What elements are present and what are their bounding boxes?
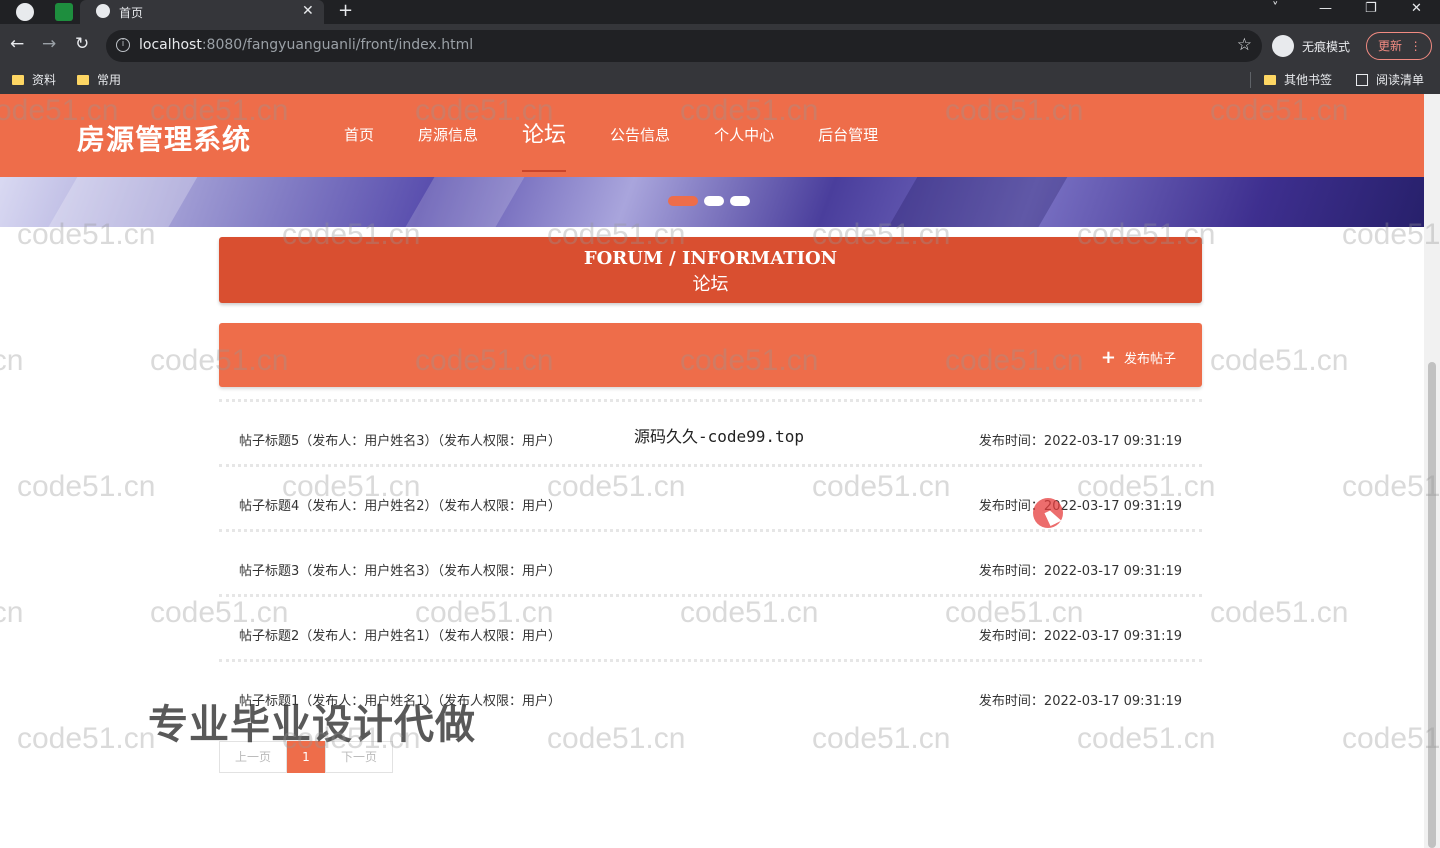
forward-icon[interactable]: → (42, 34, 56, 54)
minimize-button[interactable]: — (1319, 0, 1332, 18)
nav-forum[interactable]: 论坛 (500, 94, 588, 177)
nav-profile[interactable]: 个人中心 (692, 94, 796, 177)
site-header: 房源管理系统 首页 房源信息 论坛 公告信息 个人中心 后台管理 (0, 94, 1424, 177)
nav-home[interactable]: 首页 (322, 94, 396, 177)
forum-title-box: FORUM / INFORMATION 论坛 (219, 237, 1202, 303)
update-label: 更新 (1378, 39, 1403, 53)
carousel-dot[interactable] (704, 196, 724, 206)
post-time: 发布时间：2022-03-17 09:31:19 (978, 564, 1182, 579)
tab-search-icon[interactable]: ˅ (1272, 0, 1279, 18)
list-item[interactable]: 帖子标题2（发布人：用户姓名1）（发布人权限：用户） 发布时间：2022-03-… (219, 594, 1202, 659)
browser-menu-icon[interactable] (16, 3, 34, 21)
forum-title-zh: 论坛 (692, 274, 729, 295)
reload-icon[interactable]: ↻ (75, 34, 89, 54)
site-logo[interactable]: 房源管理系统 (77, 118, 251, 158)
browser-tab-strip: 首页 ✕ + ˅ — ❐ ✕ (0, 0, 1440, 24)
banner-decoration (394, 177, 536, 227)
nav-announcements[interactable]: 公告信息 (588, 94, 692, 177)
carousel-dot[interactable] (730, 196, 750, 206)
page-viewport: 房源管理系统 首页 房源信息 论坛 公告信息 个人中心 后台管理 FORUM /… (0, 94, 1440, 848)
bookmark-folder-ziliao[interactable]: 资料 (12, 71, 56, 88)
bookmark-folder-changyong[interactable]: 常用 (77, 71, 121, 88)
restore-button[interactable]: ❐ (1365, 0, 1377, 18)
url-host: localhost (139, 37, 202, 53)
page-scrollbar[interactable] (1424, 94, 1440, 848)
bookmark-divider (1250, 72, 1251, 88)
incognito-label: 无痕模式 (1302, 40, 1351, 54)
forum-action-bar: + 发布帖子 (219, 323, 1202, 387)
publish-post-button[interactable]: + 发布帖子 (1101, 348, 1176, 367)
update-button[interactable]: 更新 ⋮ (1366, 32, 1432, 60)
site-info-icon[interactable]: i (116, 38, 130, 52)
post-list: 帖子标题5（发布人：用户姓名3）（发布人权限：用户） 发布时间：2022-03-… (219, 399, 1202, 724)
publish-post-label: 发布帖子 (1123, 352, 1176, 367)
post-title[interactable]: 帖子标题2（发布人：用户姓名1）（发布人权限：用户） (239, 625, 561, 644)
incognito-icon[interactable] (1272, 35, 1294, 57)
bookmark-label: 资料 (32, 73, 57, 87)
forum-title-en: FORUM / INFORMATION (583, 248, 838, 269)
url-text: localhost:8080/fangyuanguanli/front/inde… (139, 37, 473, 53)
plus-icon: + (1100, 346, 1116, 368)
bookmark-star-icon[interactable]: ☆ (1237, 35, 1252, 55)
carousel-dots (668, 196, 750, 206)
new-tab-button[interactable]: + (338, 0, 353, 22)
source-overlay-text: 源码久久-code99.top (634, 427, 804, 446)
bookmarks-bar: 资料 常用 其他书签 阅读清单 (0, 66, 1440, 94)
address-bar-row: ← → ↻ i localhost:8080/fangyuanguanli/fr… (0, 24, 1440, 66)
other-bookmarks-label: 其他书签 (1284, 73, 1333, 87)
banner-decoration (36, 177, 204, 227)
tab-home[interactable]: 首页 ✕ (80, 0, 324, 24)
close-window-button[interactable]: ✕ (1411, 0, 1422, 18)
bookmark-label: 常用 (97, 73, 122, 87)
nav-admin[interactable]: 后台管理 (796, 94, 900, 177)
reading-list-label: 阅读清单 (1376, 73, 1425, 87)
tab-close-icon[interactable]: ✕ (302, 3, 314, 19)
main-nav: 首页 房源信息 论坛 公告信息 个人中心 后台管理 (322, 94, 900, 177)
post-time: 发布时间：2022-03-17 09:31:19 (978, 694, 1182, 709)
globe-icon (96, 4, 110, 18)
tab-title: 首页 (119, 6, 144, 20)
url-path: :8080/fangyuanguanli/front/index.html (201, 37, 474, 53)
back-icon[interactable]: ← (10, 34, 24, 54)
post-time: 发布时间：2022-03-17 09:31:19 (978, 434, 1182, 449)
banner-carousel (0, 177, 1424, 227)
nav-listings[interactable]: 房源信息 (396, 94, 500, 177)
carousel-dot[interactable] (668, 196, 698, 206)
other-bookmarks[interactable]: 其他书签 (1264, 71, 1332, 88)
url-input[interactable]: i localhost:8080/fangyuanguanli/front/in… (106, 30, 1262, 62)
folder-icon (77, 74, 89, 85)
folder-icon (12, 74, 24, 85)
list-item[interactable]: 帖子标题3（发布人：用户姓名3）（发布人权限：用户） 发布时间：2022-03-… (219, 529, 1202, 594)
sheets-tab-icon[interactable] (55, 3, 73, 21)
reading-list[interactable]: 阅读清单 (1356, 71, 1424, 88)
post-title[interactable]: 帖子标题5（发布人：用户姓名3）（发布人权限：用户） (239, 430, 561, 449)
post-title[interactable]: 帖子标题3（发布人：用户姓名3）（发布人权限：用户） (239, 560, 561, 579)
post-time: 发布时间：2022-03-17 09:31:19 (978, 629, 1182, 644)
scrollbar-thumb[interactable] (1428, 362, 1436, 848)
ad-overlay-text: 专业毕业设计代做 (148, 702, 476, 748)
post-time: 发布时间：2022-03-17 09:31:19 (978, 499, 1182, 514)
reading-list-icon (1356, 73, 1368, 86)
banner-decoration (876, 177, 1074, 227)
folder-icon (1264, 74, 1276, 85)
post-title[interactable]: 帖子标题4（发布人：用户姓名2）（发布人权限：用户） (239, 495, 561, 514)
